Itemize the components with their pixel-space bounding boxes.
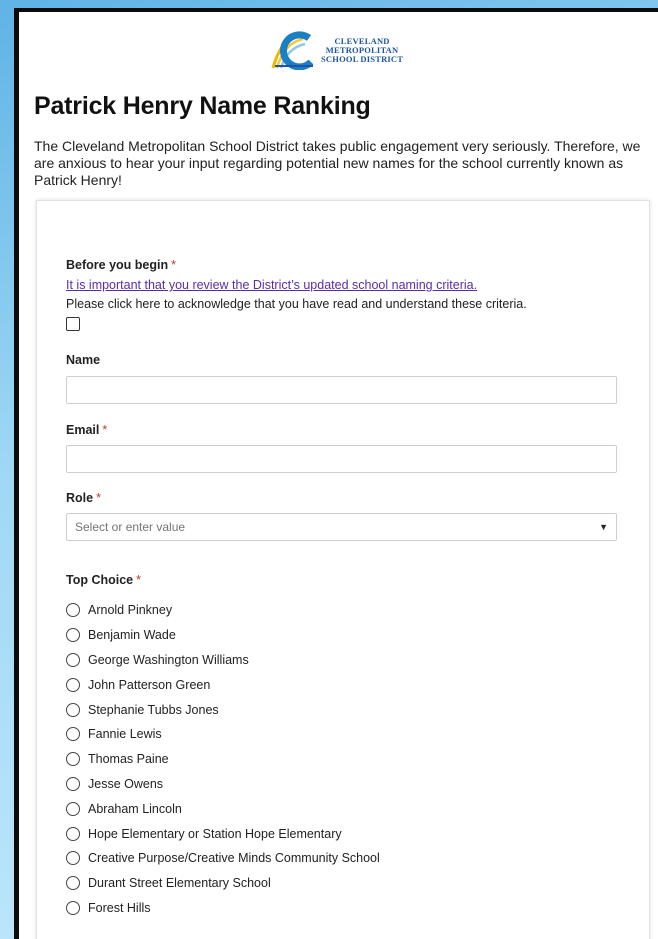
- radio-option[interactable]: Hope Elementary or Station Hope Elementa…: [66, 821, 380, 846]
- page-title: Patrick Henry Name Ranking: [34, 92, 371, 120]
- radio-option-label: Jesse Owens: [88, 776, 164, 791]
- email-label-text: Email: [66, 423, 100, 437]
- form-page: CLEVELAND METROPOLITAN SCHOOL DISTRICT P…: [19, 12, 658, 939]
- radio-icon[interactable]: [66, 727, 80, 742]
- radio-option[interactable]: Durant Street Elementary School: [66, 871, 380, 896]
- radio-option-label: Fannie Lewis: [88, 727, 162, 742]
- radio-option[interactable]: Forest Hills: [66, 896, 380, 921]
- radio-icon[interactable]: [66, 702, 80, 717]
- radio-option-label: John Patterson Green: [88, 677, 211, 692]
- before-label-text: Before you begin: [66, 258, 169, 272]
- radio-option-label: Arnold Pinkney: [88, 603, 173, 618]
- radio-icon[interactable]: [66, 652, 80, 667]
- role-select-placeholder: Select or enter value: [75, 520, 186, 534]
- role-select[interactable]: Select or enter value ▼: [66, 513, 617, 541]
- radio-icon[interactable]: [66, 826, 80, 841]
- acknowledge-checkbox[interactable]: [66, 317, 80, 331]
- district-logo: CLEVELAND METROPOLITAN SCHOOL DISTRICT: [271, 27, 416, 73]
- radio-option-label: George Washington Williams: [88, 652, 249, 667]
- intro-text: The Cleveland Metropolitan School Distri…: [34, 138, 641, 188]
- radio-icon[interactable]: [66, 876, 80, 891]
- radio-option-label: Hope Elementary or Station Hope Elementa…: [88, 826, 342, 841]
- radio-icon[interactable]: [66, 776, 80, 791]
- caret-down-icon: ▼: [599, 522, 608, 532]
- radio-option[interactable]: Fannie Lewis: [66, 722, 380, 747]
- radio-option-label: Abraham Lincoln: [88, 801, 182, 816]
- radio-option[interactable]: Benjamin Wade: [66, 623, 380, 648]
- radio-option[interactable]: Arnold Pinkney: [66, 598, 380, 623]
- radio-option[interactable]: John Patterson Green: [66, 672, 380, 697]
- top-choice-radio-group: Arnold Pinkney Benjamin Wade George Wash…: [66, 598, 380, 920]
- radio-option[interactable]: Creative Purpose/Creative Minds Communit…: [66, 846, 380, 871]
- radio-option-label: Stephanie Tubbs Jones: [88, 702, 219, 717]
- district-logo-text: CLEVELAND METROPOLITAN SCHOOL DISTRICT: [321, 36, 404, 64]
- required-mark: *: [171, 258, 176, 272]
- radio-option-label: Forest Hills: [88, 900, 151, 915]
- radio-option[interactable]: George Washington Williams: [66, 648, 380, 673]
- radio-icon[interactable]: [66, 628, 80, 643]
- radio-icon[interactable]: [66, 752, 80, 767]
- email-input[interactable]: [66, 445, 617, 473]
- email-label: Email *: [66, 423, 107, 437]
- radio-icon[interactable]: [66, 851, 80, 866]
- required-mark: *: [102, 423, 108, 437]
- required-mark: *: [96, 491, 101, 505]
- radio-option[interactable]: Jesse Owens: [66, 772, 380, 797]
- district-logo-icon: [271, 31, 314, 70]
- name-input[interactable]: [66, 376, 617, 404]
- role-label: Role *: [66, 491, 101, 505]
- before-you-begin-label: Before you begin *: [66, 258, 176, 272]
- radio-icon[interactable]: [66, 677, 80, 692]
- name-label: Name: [66, 353, 100, 367]
- name-label-text: Name: [66, 353, 101, 367]
- logo-line: SCHOOL DISTRICT: [321, 53, 404, 64]
- form-card: Before you begin * It is important that y…: [36, 200, 650, 939]
- radio-option-label: Benjamin Wade: [88, 628, 176, 643]
- radio-option[interactable]: Abraham Lincoln: [66, 796, 380, 821]
- acknowledge-text: Please click here to acknowledge that yo…: [66, 297, 527, 311]
- radio-icon[interactable]: [66, 801, 80, 816]
- radio-option-label: Durant Street Elementary School: [88, 876, 271, 891]
- radio-icon[interactable]: [66, 603, 80, 618]
- radio-option[interactable]: Stephanie Tubbs Jones: [66, 697, 380, 722]
- radio-option[interactable]: Thomas Paine: [66, 747, 380, 772]
- top-choice-label: Top Choice *: [66, 573, 141, 587]
- radio-icon[interactable]: [66, 900, 80, 915]
- role-label-text: Role: [66, 491, 94, 505]
- radio-option-label: Thomas Paine: [88, 752, 169, 767]
- required-mark: *: [136, 573, 142, 587]
- radio-option-label: Creative Purpose/Creative Minds Communit…: [88, 851, 380, 866]
- top-choice-label-text: Top Choice: [66, 573, 134, 587]
- naming-criteria-link[interactable]: It is important that you review the Dist…: [66, 278, 477, 292]
